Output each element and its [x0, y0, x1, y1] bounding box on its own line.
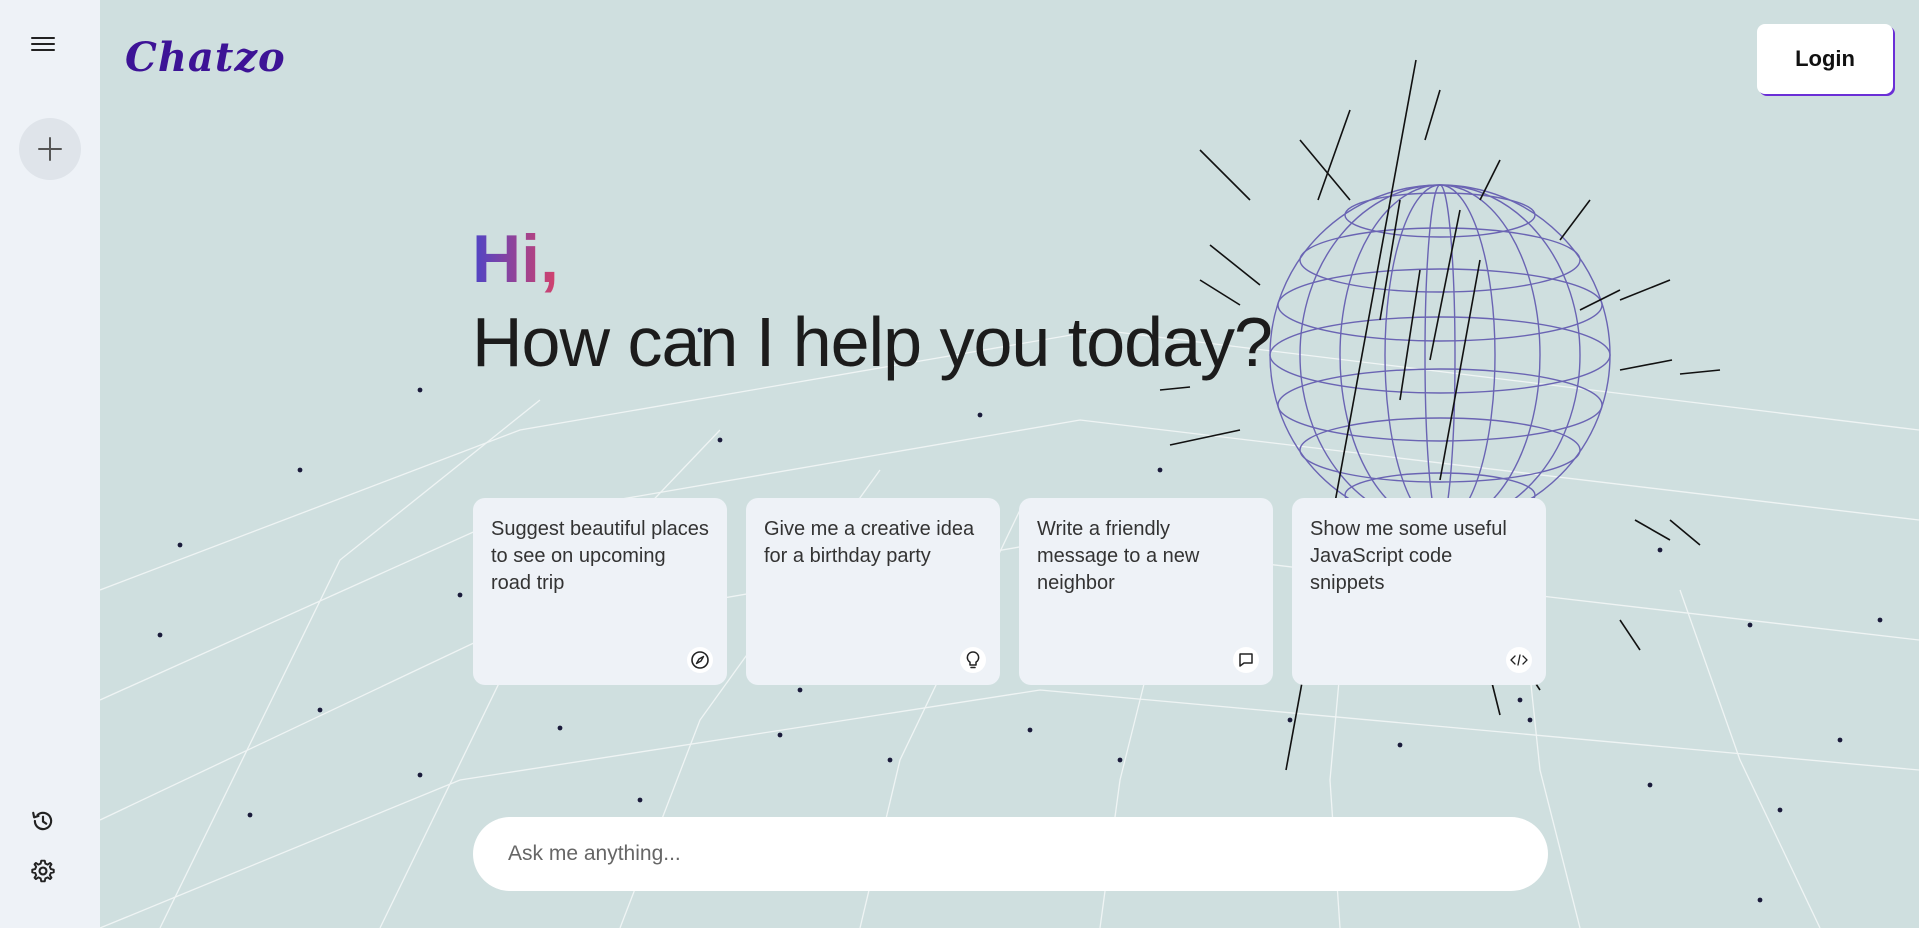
card-text: Show me some useful JavaScript code snip…: [1310, 518, 1507, 594]
prompt-input[interactable]: [473, 841, 1548, 867]
compass-icon: [687, 647, 713, 673]
card-text: Give me a creative idea for a birthday p…: [764, 518, 975, 567]
card-text: Suggest beautiful places to see on upcom…: [491, 518, 709, 594]
suggestion-card-birthday[interactable]: Give me a creative idea for a birthday p…: [746, 498, 1000, 685]
background-scene: [100, 59, 1919, 928]
gear-icon[interactable]: [30, 858, 56, 884]
history-icon[interactable]: [30, 808, 56, 834]
menu-icon[interactable]: [31, 33, 55, 53]
suggestion-card-road-trip[interactable]: Suggest beautiful places to see on upcom…: [473, 498, 727, 685]
suggestion-card-javascript[interactable]: Show me some useful JavaScript code snip…: [1292, 498, 1546, 685]
new-chat-button[interactable]: [19, 118, 81, 180]
page-title: How can I help you today?: [472, 303, 1273, 381]
lightbulb-icon: [960, 647, 986, 673]
code-icon: [1506, 647, 1532, 673]
prompt-bar: [473, 817, 1548, 891]
message-icon: [1233, 647, 1259, 673]
login-button[interactable]: Login: [1757, 24, 1893, 94]
plus-icon: [38, 137, 62, 161]
brand-logo[interactable]: Chatzo: [125, 34, 286, 81]
suggestion-cards: Suggest beautiful places to see on upcom…: [473, 498, 1546, 685]
suggestion-card-neighbor[interactable]: Write a friendly message to a new neighb…: [1019, 498, 1273, 685]
greeting-hi: Hi,: [472, 221, 559, 297]
sidebar: [0, 0, 100, 928]
card-text: Write a friendly message to a new neighb…: [1037, 518, 1200, 594]
